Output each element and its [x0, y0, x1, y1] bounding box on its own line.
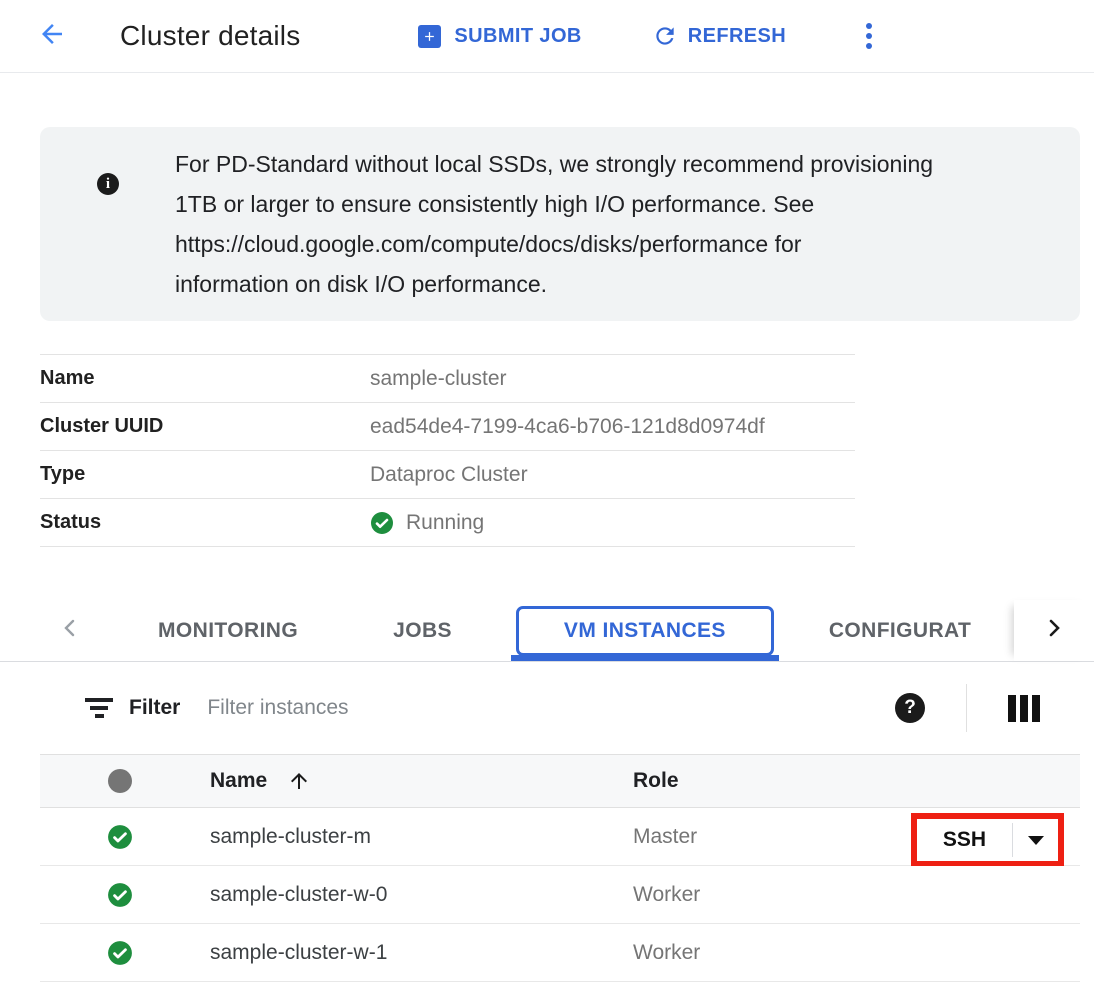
- table-row-worker-0[interactable]: sample-cluster-w-0 Worker: [40, 866, 1080, 924]
- tab-configuration[interactable]: CONFIGURAT: [829, 619, 971, 643]
- column-header-role[interactable]: Role: [633, 769, 1080, 793]
- ssh-button[interactable]: SSH: [917, 819, 1012, 861]
- filter-bar: Filter ?: [0, 662, 1094, 754]
- detail-row-type: Type Dataproc Cluster: [40, 451, 855, 499]
- tabs-scroll-right-button[interactable]: [1014, 600, 1094, 661]
- status-text: Running: [406, 511, 484, 535]
- ssh-dropdown-button[interactable]: [1013, 819, 1058, 861]
- help-icon[interactable]: ?: [895, 693, 925, 723]
- detail-value: ead54de4-7199-4ca6-b706-121d8d0974df: [370, 415, 765, 439]
- tab-monitoring[interactable]: MONITORING: [158, 619, 298, 643]
- detail-value: Dataproc Cluster: [370, 463, 528, 487]
- tab-vm-instances[interactable]: VM INSTANCES: [516, 606, 774, 656]
- app-bar: Cluster details SUBMIT JOB REFRESH: [0, 0, 1094, 73]
- info-banner: i For PD-Standard without local SSDs, we…: [40, 127, 1080, 321]
- detail-label: Type: [40, 463, 370, 486]
- instance-name: sample-cluster-w-0: [210, 883, 633, 907]
- instance-ok-icon: [107, 824, 133, 850]
- detail-label: Status: [40, 511, 370, 534]
- tab-vm-instances-label: VM INSTANCES: [564, 619, 726, 643]
- caret-down-icon: [1028, 836, 1044, 845]
- sort-ascending-icon: [287, 769, 311, 793]
- column-header-name[interactable]: Name: [210, 769, 633, 793]
- tab-strip: MONITORING JOBS VM INSTANCES CONFIGURAT: [0, 600, 1094, 662]
- refresh-icon: [652, 23, 688, 49]
- filter-label: Filter: [129, 696, 180, 720]
- chevron-left-icon: [58, 613, 82, 648]
- tabs-scroll-left-button[interactable]: [58, 613, 82, 648]
- instance-name: sample-cluster-w-1: [210, 941, 633, 965]
- chevron-right-icon: [1042, 613, 1066, 648]
- vm-instances-table: Name Role sample-cluster-m Master SSH: [40, 754, 1080, 982]
- detail-value: sample-cluster: [370, 367, 507, 391]
- more-actions-button[interactable]: [862, 17, 876, 55]
- submit-job-label: SUBMIT JOB: [454, 25, 581, 48]
- status-value: Running: [370, 511, 484, 535]
- arrow-back-icon: [37, 19, 67, 54]
- tab-jobs[interactable]: JOBS: [393, 619, 452, 643]
- instance-role: Worker: [633, 883, 1080, 907]
- column-display-options-button[interactable]: [1008, 695, 1040, 722]
- filter-icon: [85, 696, 113, 720]
- select-all-circle[interactable]: [108, 769, 132, 793]
- table-row-worker-1[interactable]: sample-cluster-w-1 Worker: [40, 924, 1080, 982]
- info-icon: i: [97, 173, 119, 195]
- ssh-button-group: SSH: [917, 819, 1058, 861]
- status-running-icon: [370, 511, 394, 535]
- toolbar-divider: [966, 684, 967, 732]
- detail-row-name: Name sample-cluster: [40, 355, 855, 403]
- instance-ok-icon: [107, 940, 133, 966]
- refresh-label: REFRESH: [688, 25, 786, 48]
- refresh-button[interactable]: REFRESH: [652, 23, 786, 49]
- instance-role: Worker: [633, 941, 1080, 965]
- info-banner-text: For PD-Standard without local SSDs, we s…: [175, 144, 933, 304]
- detail-row-uuid: Cluster UUID ead54de4-7199-4ca6-b706-121…: [40, 403, 855, 451]
- instance-ok-icon: [107, 882, 133, 908]
- submit-job-button[interactable]: SUBMIT JOB: [418, 25, 581, 48]
- detail-label: Name: [40, 367, 370, 390]
- table-row-master[interactable]: sample-cluster-m Master SSH: [40, 808, 1080, 866]
- filter-instances-input[interactable]: [207, 696, 895, 720]
- cluster-details-list: Name sample-cluster Cluster UUID ead54de…: [40, 354, 855, 547]
- page-title: Cluster details: [120, 20, 300, 52]
- detail-label: Cluster UUID: [40, 415, 370, 438]
- instance-name: sample-cluster-m: [210, 825, 633, 849]
- vertical-dots-icon: [866, 23, 872, 29]
- back-button[interactable]: [36, 20, 68, 52]
- plus-icon: [418, 25, 441, 48]
- table-header-row: Name Role: [40, 754, 1080, 808]
- annotation-red-box: SSH: [911, 813, 1064, 867]
- detail-row-status: Status Running: [40, 499, 855, 547]
